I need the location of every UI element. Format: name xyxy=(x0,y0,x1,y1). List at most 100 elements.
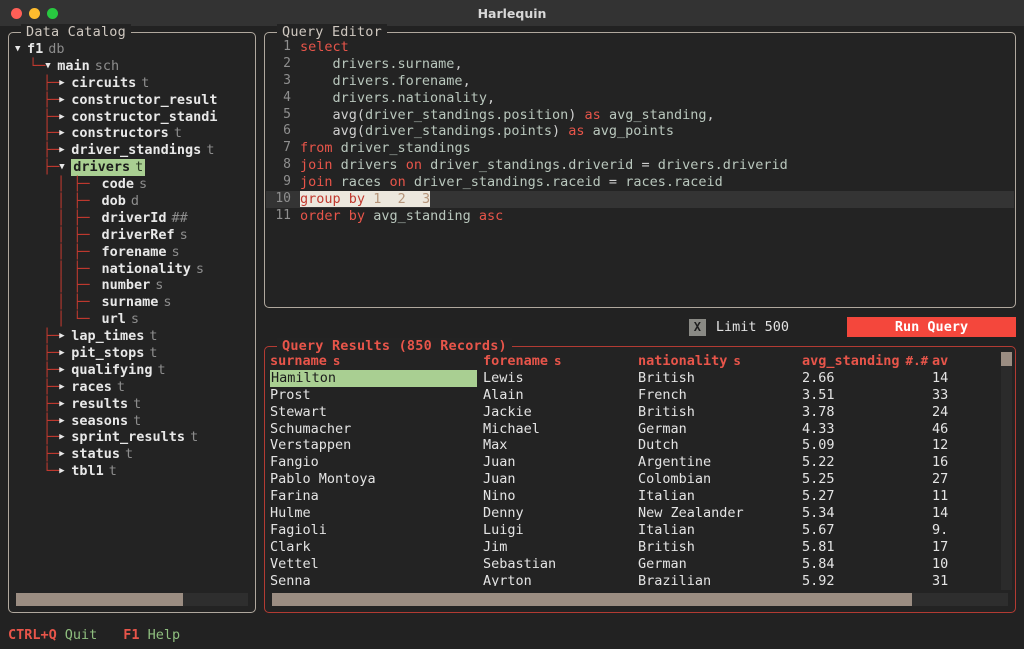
cell-avg_standing[interactable]: 5.34 xyxy=(802,505,932,522)
cell-forename[interactable]: Sebastian xyxy=(483,556,638,573)
cell-avg_points[interactable]: 14 xyxy=(932,505,974,522)
catalog-node-sprint_results[interactable]: ├─▶sprint_resultst xyxy=(15,429,251,446)
catalog-node-drivers[interactable]: ├─▼driverst xyxy=(15,159,251,176)
catalog-node-qualifying[interactable]: ├─▶qualifyingt xyxy=(15,362,251,379)
cell-forename[interactable]: Nino xyxy=(483,488,638,505)
chevron-right-icon[interactable]: ▶ xyxy=(59,396,71,413)
column-header-surname[interactable]: surnames xyxy=(270,353,483,370)
cell-forename[interactable]: Luigi xyxy=(483,522,638,539)
catalog-hscrollbar[interactable] xyxy=(16,593,248,606)
catalog-node-lap_times[interactable]: ├─▶lap_timest xyxy=(15,328,251,345)
limit-checkbox[interactable]: X xyxy=(689,319,706,336)
minimize-icon[interactable] xyxy=(29,8,40,19)
cell-surname[interactable]: Stewart xyxy=(270,404,483,421)
sql-code-area[interactable]: 1select2 drivers.surname,3 drivers.foren… xyxy=(266,39,1014,303)
chevron-right-icon[interactable]: ▶ xyxy=(59,328,71,345)
cell-surname[interactable]: Fagioli xyxy=(270,522,483,539)
chevron-right-icon[interactable]: ▶ xyxy=(59,429,71,446)
catalog-node-surname[interactable]: │ ├─surnames xyxy=(15,294,251,311)
cell-forename[interactable]: Ayrton xyxy=(483,573,638,586)
chevron-right-icon[interactable]: ▶ xyxy=(59,345,71,362)
catalog-node-driverId[interactable]: │ ├─driverId## xyxy=(15,210,251,227)
cell-avg_points[interactable]: 11 xyxy=(932,488,974,505)
catalog-node-seasons[interactable]: ├─▶seasonst xyxy=(15,413,251,430)
table-row[interactable]: FarinaNinoItalian5.2711 xyxy=(270,488,1013,505)
table-row[interactable]: HulmeDennyNew Zealander5.3414 xyxy=(270,505,1013,522)
catalog-node-races[interactable]: ├─▶racest xyxy=(15,379,251,396)
cell-nationality[interactable]: Italian xyxy=(638,488,802,505)
footer-key-help[interactable]: F1 xyxy=(123,627,139,643)
catalog-tree[interactable]: ▼f1db└─▼mainsch├─▶circuitst├─▶constructo… xyxy=(15,41,251,584)
cell-avg_points[interactable]: 33 xyxy=(932,387,974,404)
cell-nationality[interactable]: German xyxy=(638,421,802,438)
chevron-right-icon[interactable]: ▶ xyxy=(59,142,71,159)
cell-nationality[interactable]: British xyxy=(638,370,802,387)
catalog-node-main[interactable]: └─▼mainsch xyxy=(15,58,251,75)
cell-surname[interactable]: Prost xyxy=(270,387,483,404)
catalog-node-forename[interactable]: │ ├─forenames xyxy=(15,244,251,261)
cell-nationality[interactable]: New Zealander xyxy=(638,505,802,522)
results-grid[interactable]: surnamesforenamesnationalitysavg_standin… xyxy=(270,353,1013,586)
chevron-right-icon[interactable]: ▶ xyxy=(59,109,71,126)
chevron-right-icon[interactable]: ▶ xyxy=(59,125,71,142)
code-line-7[interactable]: 7from driver_standings xyxy=(266,140,1014,157)
table-row[interactable]: FagioliLuigiItalian5.679. xyxy=(270,522,1013,539)
cell-avg_standing[interactable]: 3.78 xyxy=(802,404,932,421)
catalog-node-status[interactable]: ├─▶statust xyxy=(15,446,251,463)
cell-avg_standing[interactable]: 5.67 xyxy=(802,522,932,539)
catalog-node-dob[interactable]: │ ├─dobd xyxy=(15,193,251,210)
close-icon[interactable] xyxy=(11,8,22,19)
maximize-icon[interactable] xyxy=(47,8,58,19)
column-header-av[interactable]: av xyxy=(932,353,974,370)
catalog-hscrollbar-thumb[interactable] xyxy=(16,593,183,606)
cell-forename[interactable]: Denny xyxy=(483,505,638,522)
table-row[interactable]: ProstAlainFrench3.5133 xyxy=(270,387,1013,404)
footer-label-quit[interactable]: Quit xyxy=(65,627,98,643)
table-row[interactable]: VettelSebastianGerman5.8410 xyxy=(270,556,1013,573)
results-hscrollbar[interactable] xyxy=(272,593,1008,606)
cell-surname[interactable]: Farina xyxy=(270,488,483,505)
cell-forename[interactable]: Alain xyxy=(483,387,638,404)
chevron-right-icon[interactable]: ▶ xyxy=(59,446,71,463)
cell-surname[interactable]: Verstappen xyxy=(270,437,483,454)
catalog-node-constructors[interactable]: ├─▶constructorst xyxy=(15,125,251,142)
cell-avg_points[interactable]: 16 xyxy=(932,454,974,471)
column-header-nationality[interactable]: nationalitys xyxy=(638,353,802,370)
cell-forename[interactable]: Juan xyxy=(483,471,638,488)
cell-surname[interactable]: Pablo Montoya xyxy=(270,471,483,488)
cell-forename[interactable]: Max xyxy=(483,437,638,454)
chevron-right-icon[interactable]: ▶ xyxy=(59,92,71,109)
code-line-9[interactable]: 9join races on driver_standings.raceid =… xyxy=(266,174,1014,191)
selected-cell[interactable]: Hamilton xyxy=(270,370,477,387)
chevron-right-icon[interactable]: ▶ xyxy=(59,463,71,480)
cell-avg_standing[interactable]: 5.25 xyxy=(802,471,932,488)
table-row[interactable]: ClarkJimBritish5.8117 xyxy=(270,539,1013,556)
cell-avg_standing[interactable]: 5.27 xyxy=(802,488,932,505)
catalog-node-pit_stops[interactable]: ├─▶pit_stopst xyxy=(15,345,251,362)
cell-avg_points[interactable]: 12 xyxy=(932,437,974,454)
cell-avg_points[interactable]: 31 xyxy=(932,573,974,586)
cell-nationality[interactable]: British xyxy=(638,404,802,421)
table-row[interactable]: HamiltonLewisBritish2.6614 xyxy=(270,370,1013,387)
cell-avg_points[interactable]: 10 xyxy=(932,556,974,573)
code-line-1[interactable]: 1select xyxy=(266,39,1014,56)
cell-forename[interactable]: Jim xyxy=(483,539,638,556)
code-line-8[interactable]: 8join drivers on driver_standings.driver… xyxy=(266,157,1014,174)
catalog-node-code[interactable]: │ ├─codes xyxy=(15,176,251,193)
cell-surname[interactable]: Clark xyxy=(270,539,483,556)
table-row[interactable]: SchumacherMichaelGerman4.3346 xyxy=(270,421,1013,438)
cell-avg_points[interactable]: 24 xyxy=(932,404,974,421)
catalog-node-circuits[interactable]: ├─▶circuitst xyxy=(15,75,251,92)
footer-key-quit[interactable]: CTRL+Q xyxy=(8,627,57,643)
results-vscrollbar[interactable] xyxy=(1001,352,1012,590)
cell-forename[interactable]: Juan xyxy=(483,454,638,471)
cell-nationality[interactable]: Dutch xyxy=(638,437,802,454)
cell-surname[interactable]: Vettel xyxy=(270,556,483,573)
cell-avg_standing[interactable]: 4.33 xyxy=(802,421,932,438)
table-row[interactable]: VerstappenMaxDutch5.0912 xyxy=(270,437,1013,454)
results-vscrollbar-thumb[interactable] xyxy=(1001,352,1012,366)
table-row[interactable]: StewartJackieBritish3.7824 xyxy=(270,404,1013,421)
cell-forename[interactable]: Lewis xyxy=(483,370,638,387)
catalog-node-results[interactable]: ├─▶resultst xyxy=(15,396,251,413)
cell-avg_points[interactable]: 27 xyxy=(932,471,974,488)
